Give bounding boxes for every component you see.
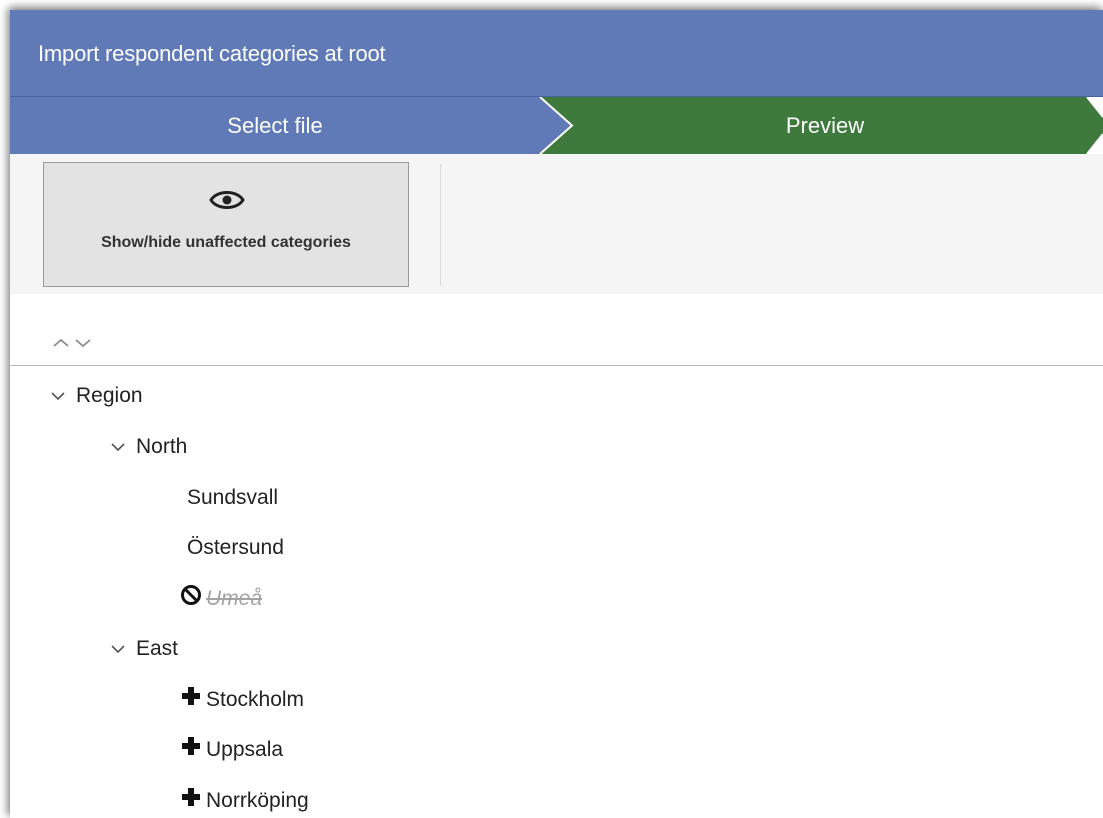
tree-node-label: Umeå	[206, 587, 263, 610]
dialog-title: Import respondent categories at root	[38, 41, 386, 66]
plus-icon	[180, 735, 206, 766]
toolbar: Show/hide unaffected categories	[10, 154, 1103, 294]
tree-node-label: East	[136, 637, 179, 660]
plus-icon	[180, 786, 206, 817]
tree-node-label: Norrköping	[206, 789, 309, 812]
chevron-up-icon[interactable]	[52, 336, 70, 354]
tree-node-east[interactable]: East	[110, 634, 178, 664]
step-preview[interactable]: Preview	[550, 97, 1100, 154]
chevron-down-icon[interactable]	[74, 336, 92, 354]
toolbar-divider	[440, 164, 441, 286]
no-entry-icon	[180, 584, 206, 615]
chevron-down-icon[interactable]	[110, 634, 136, 664]
chevron-down-icon[interactable]	[110, 432, 136, 462]
tree-node-label: Östersund	[187, 536, 284, 559]
wizard-steps: Select file Preview	[10, 97, 1103, 154]
tree-leaf-norrkoping[interactable]: Norrköping	[180, 786, 309, 816]
eye-icon	[209, 185, 245, 220]
tree-node-label: Uppsala	[206, 738, 284, 761]
tree-leaf-stockholm[interactable]: Stockholm	[180, 685, 304, 715]
tree-node-label: North	[136, 435, 188, 458]
tree-leaf-umea[interactable]: Umeå	[180, 584, 262, 614]
tree-divider	[10, 365, 1103, 366]
tree-leaf-ostersund[interactable]: Östersund	[187, 533, 284, 563]
show-hide-label: Show/hide unaffected categories	[101, 234, 351, 251]
plus-icon	[180, 685, 206, 716]
tree-node-label: Sundsvall	[187, 486, 279, 509]
dialog-titlebar: Import respondent categories at root	[10, 10, 1103, 97]
tree-node-label: Stockholm	[206, 688, 305, 711]
chevron-down-icon[interactable]	[50, 381, 76, 411]
show-hide-unaffected-button[interactable]: Show/hide unaffected categories	[43, 162, 409, 287]
import-dialog: Import respondent categories at root Sel…	[10, 10, 1103, 818]
tree-leaf-sundsvall[interactable]: Sundsvall	[187, 483, 278, 513]
category-tree: Region North Sundsvall Östersund Umeå Ea…	[10, 294, 1103, 818]
tree-node-label: Region	[76, 384, 143, 407]
step-select-file[interactable]: Select file	[10, 97, 540, 154]
tree-expand-collapse-controls	[52, 336, 92, 354]
tree-node-region[interactable]: Region	[50, 381, 143, 411]
tree-leaf-uppsala[interactable]: Uppsala	[180, 735, 283, 765]
tree-node-north[interactable]: North	[110, 432, 187, 462]
